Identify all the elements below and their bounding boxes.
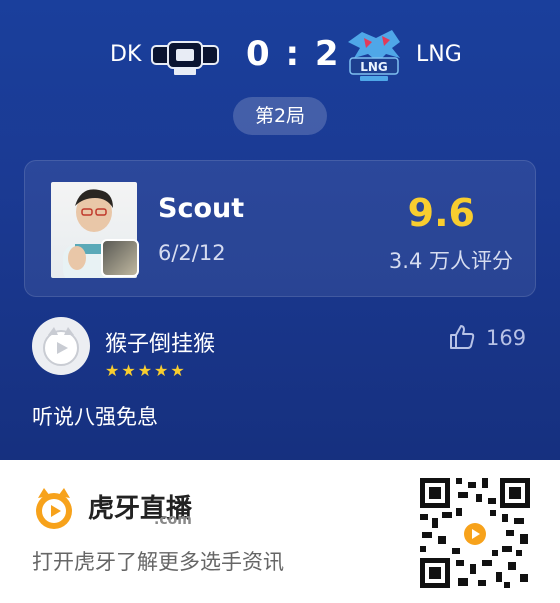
comment-avatar[interactable] [32, 317, 90, 375]
player-name: Scout [158, 193, 245, 224]
comment-text: 听说八强免息 [32, 405, 158, 429]
qr-code[interactable] [416, 474, 534, 592]
match-score: 0 : 2 [246, 34, 341, 74]
round-badge[interactable]: 第2局 [233, 97, 327, 135]
player-kda: 6/2/12 [158, 241, 226, 265]
promo-text: 打开虎牙了解更多选手资讯 [32, 550, 284, 574]
player-card[interactable]: Scout 6/2/12 9.6 3.4 万人评分 [24, 160, 536, 297]
like-count: 169 [486, 326, 527, 350]
svg-text:LNG: LNG [360, 60, 388, 74]
comment-star-rating: ★★★★★ [105, 361, 187, 380]
thumbs-up-icon[interactable] [448, 323, 476, 351]
dk-logo [151, 41, 219, 75]
comment-username: 猴子倒挂猴 [105, 332, 216, 357]
champion-icon [101, 239, 139, 277]
lng-logo: LNG [348, 30, 400, 81]
match-panel: DK 0 : 2 LNG LNG 第2局 Scout 6/2/12 9.6 3.… [0, 0, 560, 460]
app-download-banner[interactable]: 虎牙直播 .com 打开虎牙了解更多选手资讯 [0, 460, 560, 603]
team-left-name: DK [110, 42, 142, 67]
player-rating: 9.6 [407, 191, 475, 235]
team-right-name: LNG [416, 42, 462, 67]
brand-domain: .com [154, 512, 192, 528]
huya-logo [36, 488, 72, 529]
rating-count: 3.4 万人评分 [388, 249, 513, 273]
